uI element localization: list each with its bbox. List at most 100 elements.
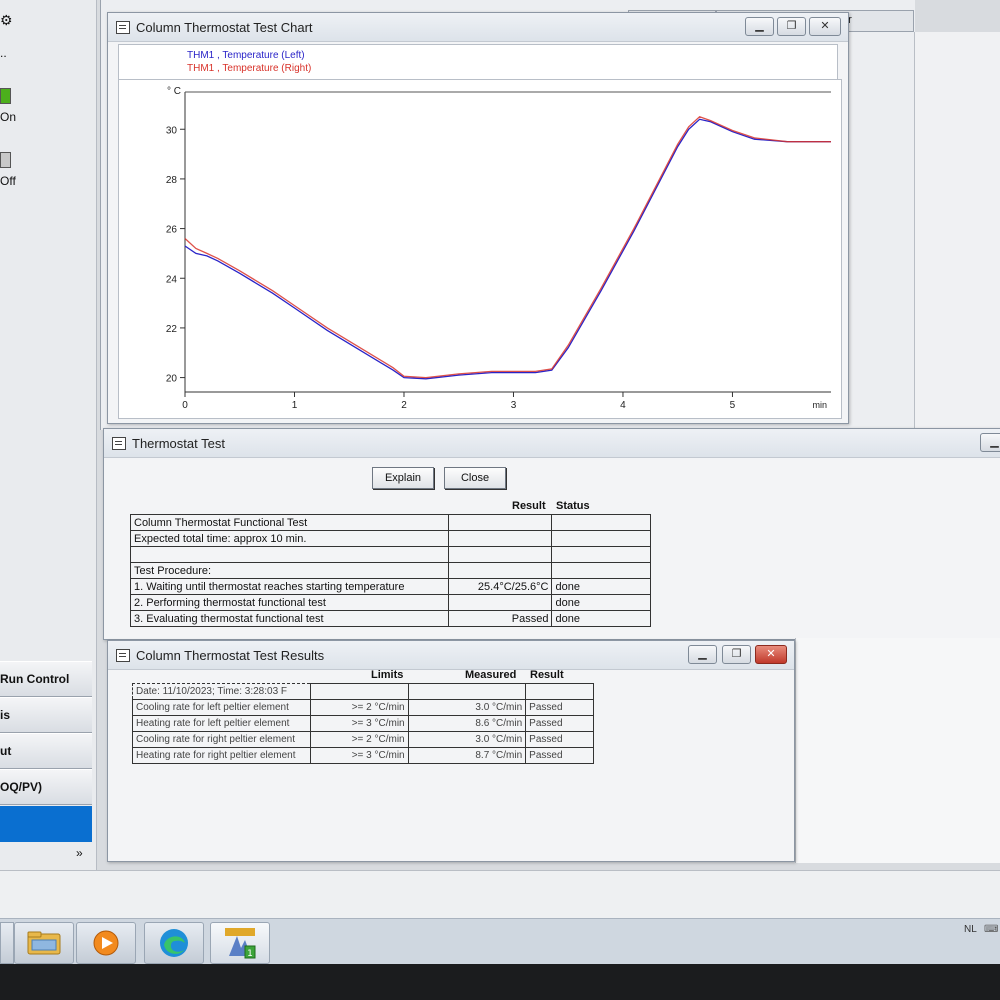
x-tick-label: 4 <box>620 400 626 411</box>
minimize-icon[interactable]: ▁ <box>745 17 774 36</box>
header-limits: Limits <box>371 669 404 681</box>
results-table: Date: 11/10/2023; Time: 3:28:03 F Coolin… <box>132 683 594 764</box>
legend-right-series: THM1 , Temperature (Right) <box>187 63 312 74</box>
thermostat-test-window: Thermostat Test ▁ Explain Close Result S… <box>103 428 1000 640</box>
table-row: Expected total time: approx 10 min. <box>130 530 651 547</box>
explain-button[interactable]: Explain <box>372 467 434 489</box>
step-label: Column Thermostat Functional Test <box>130 514 449 531</box>
header-result: Result <box>530 669 564 681</box>
ellipsis-text: .. <box>0 46 7 60</box>
result-value: Passed <box>525 715 594 732</box>
legend-left-series: THM1 , Temperature (Left) <box>187 50 305 61</box>
minimize-icon[interactable]: ▁ <box>688 645 717 664</box>
step-status <box>551 514 651 531</box>
status-strip <box>0 870 1000 919</box>
minimize-icon[interactable]: ▁ <box>980 433 1000 452</box>
result-label: Cooling rate for left peltier element <box>132 699 311 716</box>
step-label: 2. Performing thermostat functional test <box>130 594 449 611</box>
step-status <box>551 546 651 563</box>
step-status <box>551 562 651 579</box>
taskbar-media-player[interactable] <box>76 922 136 964</box>
toggle-on-label: On <box>0 110 17 124</box>
nav-run-control[interactable]: Run Control <box>0 661 92 697</box>
taskbar: 1 NL ⌨ <box>0 918 1000 965</box>
y-tick-label: 30 <box>166 125 178 136</box>
table-row: Heating rate for left peltier element >= … <box>132 715 594 732</box>
keyboard-icon[interactable]: ⌨ <box>984 924 998 935</box>
x-tick-label: 2 <box>401 400 407 411</box>
close-button[interactable]: Close <box>444 467 506 489</box>
language-indicator[interactable]: NL <box>964 924 977 935</box>
step-label: 3. Evaluating thermostat functional test <box>130 610 449 627</box>
y-tick-label: 20 <box>166 374 178 385</box>
test-window-title: Thermostat Test <box>132 436 225 451</box>
step-status: done <box>551 594 651 611</box>
step-status: done <box>551 610 651 627</box>
toggle-off-indicator[interactable] <box>0 152 11 168</box>
taskbar-file-explorer[interactable] <box>14 922 74 964</box>
y-tick-label: 26 <box>166 225 178 236</box>
expand-more-icon[interactable]: » <box>76 846 83 860</box>
result-limit: >= 2 °C/min <box>309 731 409 748</box>
header-status: Status <box>556 500 590 512</box>
results-window-title: Column Thermostat Test Results <box>136 648 325 663</box>
table-row: Cooling rate for right peltier element >=… <box>132 731 594 748</box>
toggle-on-indicator[interactable] <box>0 88 11 104</box>
nav-item-3[interactable]: ut <box>0 733 92 769</box>
step-result <box>447 594 553 611</box>
result-limit: >= 3 °C/min <box>309 747 409 764</box>
chemstation-icon: 1 <box>225 928 256 959</box>
result-measured: 3.0 °C/min <box>407 731 527 748</box>
step-result: 25.4°C/25.6°C <box>447 578 553 595</box>
step-result <box>447 562 553 579</box>
nav-oq-pv[interactable]: OQ/PV) <box>0 769 92 805</box>
left-panel: ⚙ .. On Off Run Control is ut OQ/PV) » <box>0 0 97 870</box>
taskbar-chemstation[interactable]: 1 <box>210 922 270 964</box>
table-row: Cooling rate for left peltier element >= … <box>132 699 594 716</box>
y-tick-label: 22 <box>166 324 178 335</box>
chart-window: Column Thermostat Test Chart ▁ ❐ ✕ THM1 … <box>107 12 849 424</box>
result-limit: >= 3 °C/min <box>309 715 409 732</box>
nav-item-2[interactable]: is <box>0 697 92 733</box>
table-row: 1. Waiting until thermostat reaches star… <box>130 578 651 595</box>
result-measured: 8.7 °C/min <box>407 747 527 764</box>
x-tick-label: 5 <box>730 400 736 411</box>
test-window-titlebar[interactable]: Thermostat Test ▁ <box>104 429 1000 458</box>
result-value: Passed <box>525 699 594 716</box>
result-measured: 8.6 °C/min <box>407 715 527 732</box>
right-background-panel-lower <box>795 638 1000 863</box>
right-background-panel <box>914 32 1000 428</box>
toggle-off-label: Off <box>0 174 16 188</box>
restore-icon[interactable]: ❐ <box>777 17 806 36</box>
step-status: done <box>551 578 651 595</box>
header-result: Result <box>512 500 546 512</box>
file-explorer-icon <box>27 931 61 955</box>
chart-window-titlebar[interactable]: Column Thermostat Test Chart ▁ ❐ ✕ <box>108 13 848 42</box>
y-axis-label: ° C <box>167 86 181 97</box>
close-icon[interactable]: ✕ <box>809 17 841 36</box>
restore-icon[interactable]: ❐ <box>722 645 751 664</box>
series-line-right <box>184 116 831 379</box>
step-label <box>130 546 449 563</box>
date-line: Date: 11/10/2023; Time: 3:28:03 F <box>132 683 311 700</box>
test-procedure-table: Column Thermostat Functional Test Expect… <box>130 514 651 627</box>
svg-text:1: 1 <box>247 949 253 959</box>
edge-browser-icon <box>160 929 188 957</box>
taskbar-edge[interactable] <box>144 922 204 964</box>
step-result <box>447 514 553 531</box>
table-row: 2. Performing thermostat functional test… <box>130 594 651 611</box>
test-results-window: Column Thermostat Test Results ▁ ❐ ✕ Lim… <box>107 640 795 862</box>
step-label: Test Procedure: <box>130 562 449 579</box>
y-tick-label: 28 <box>166 175 178 186</box>
step-result: Passed <box>447 610 553 627</box>
window-icon <box>116 21 130 34</box>
result-label: Heating rate for right peltier element <box>132 747 311 764</box>
nav-active-item[interactable] <box>0 806 92 842</box>
chart-plot-area[interactable]: 20 22 24 26 28 30 0 1 2 3 4 5 ° C min <box>118 79 842 419</box>
start-button-partial[interactable] <box>0 922 14 964</box>
x-tick-label: 1 <box>292 400 298 411</box>
results-window-titlebar[interactable]: Column Thermostat Test Results ▁ ❐ ✕ <box>108 641 794 670</box>
result-limit: >= 2 °C/min <box>309 699 409 716</box>
x-tick-label: 3 <box>511 400 517 411</box>
close-icon[interactable]: ✕ <box>755 645 787 664</box>
